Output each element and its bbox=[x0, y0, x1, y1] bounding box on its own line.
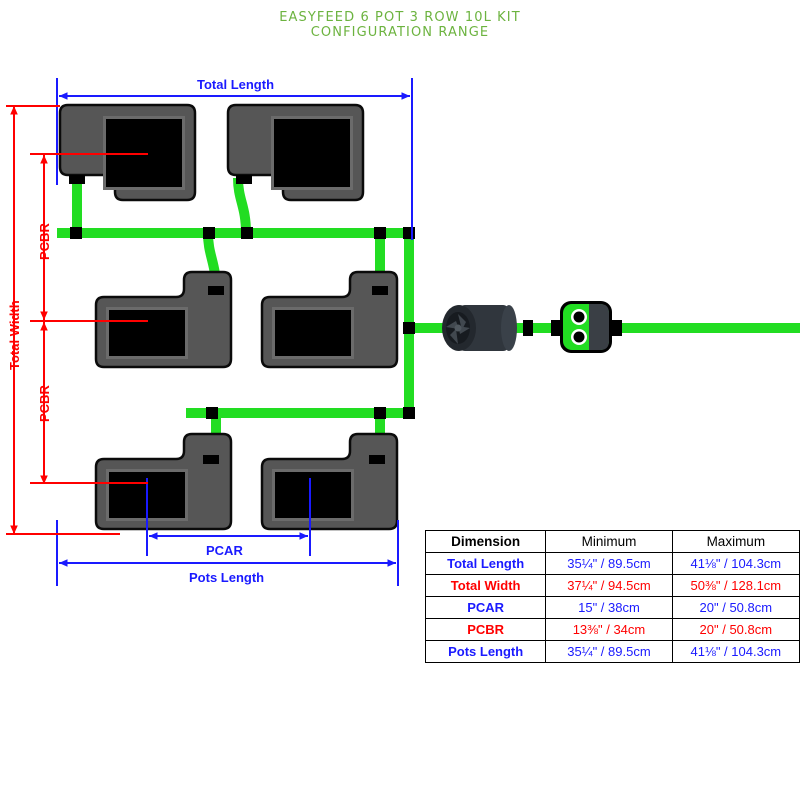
cell-dimension: Pots Length bbox=[424, 640, 547, 663]
pot-row-top bbox=[58, 103, 365, 202]
pot-5[interactable] bbox=[94, 432, 233, 531]
elbow-upper-right bbox=[403, 227, 415, 239]
pot-row-bottom bbox=[94, 432, 399, 531]
kit-layout-diagram bbox=[6, 78, 800, 586]
label-total-length: Total Length bbox=[197, 77, 275, 92]
grommet-pot3 bbox=[208, 286, 224, 295]
cell-maximum: 20" / 50.8cm bbox=[671, 596, 800, 619]
label-pcar: PCAR bbox=[206, 543, 243, 558]
tee-lower-pot5 bbox=[206, 407, 218, 419]
cell-dimension: Total Width bbox=[424, 574, 547, 597]
pot-2[interactable] bbox=[226, 103, 365, 202]
tee-lower-pot6 bbox=[374, 407, 386, 419]
coupler-valve-inlet bbox=[551, 320, 561, 336]
table-row: Pots Length 35¼" / 89.5cm 41⅛" / 104.3cm bbox=[424, 640, 800, 663]
header-maximum: Maximum bbox=[671, 530, 800, 553]
cell-dimension: Total Length bbox=[424, 552, 547, 575]
pump[interactable] bbox=[442, 305, 517, 351]
cell-minimum: 13⅜" / 34cm bbox=[545, 618, 673, 641]
grommet-pot5 bbox=[203, 455, 219, 464]
pot-6[interactable] bbox=[260, 432, 399, 531]
cell-maximum: 20" / 50.8cm bbox=[671, 618, 800, 641]
table-row: Total Length 35¼" / 89.5cm 41⅛" / 104.3c… bbox=[424, 552, 800, 575]
cell-maximum: 41⅛" / 104.3cm bbox=[671, 552, 800, 575]
cell-maximum: 50⅜" / 128.1cm bbox=[671, 574, 800, 597]
tee-upper-pot3 bbox=[203, 227, 215, 239]
elbow-lower-right bbox=[403, 407, 415, 419]
grommet-pot1 bbox=[69, 175, 85, 184]
table-row: PCBR 13⅜" / 34cm 20" / 50.8cm bbox=[424, 618, 800, 641]
tee-feed-line bbox=[403, 322, 415, 334]
grommet-pot2 bbox=[236, 175, 252, 184]
table-row: PCAR 15" / 38cm 20" / 50.8cm bbox=[424, 596, 800, 619]
header-dimension: Dimension bbox=[424, 530, 547, 553]
tee-upper-left bbox=[70, 227, 82, 239]
dimension-spec-table: Dimension Minimum Maximum Total Length 3… bbox=[424, 530, 800, 663]
valve-manifold[interactable] bbox=[560, 301, 612, 353]
diagram-page: EASYFEED 6 POT 3 ROW 10L KIT CONFIGURATI… bbox=[0, 0, 800, 800]
table-row: Total Width 37¼" / 94.5cm 50⅜" / 128.1cm bbox=[424, 574, 800, 597]
label-pots-length: Pots Length bbox=[189, 570, 265, 585]
pot-row-middle bbox=[94, 270, 399, 369]
manifold-upper-pipe bbox=[57, 228, 413, 238]
drop-leg-pot1 bbox=[72, 178, 82, 234]
spec-table-body: Dimension Minimum Maximum Total Length 3… bbox=[424, 530, 800, 663]
tee-upper-pot4 bbox=[374, 227, 386, 239]
label-pcbr-lower: PCBR bbox=[37, 385, 52, 422]
cell-minimum: 35¼" / 89.5cm bbox=[545, 552, 673, 575]
cell-minimum: 15" / 38cm bbox=[545, 596, 673, 619]
pump-impeller-icon bbox=[446, 312, 470, 344]
tee-upper-pot2 bbox=[241, 227, 253, 239]
cell-minimum: 35¼" / 89.5cm bbox=[545, 640, 673, 663]
cell-minimum: 37¼" / 94.5cm bbox=[545, 574, 673, 597]
coupler-pump-outlet bbox=[523, 320, 533, 336]
cell-maximum: 41⅛" / 104.3cm bbox=[671, 640, 800, 663]
label-total-width: Total Width bbox=[7, 300, 22, 370]
cell-dimension: PCAR bbox=[424, 596, 547, 619]
label-pcbr-upper: PCBR bbox=[37, 223, 52, 260]
grommet-pot4 bbox=[372, 286, 388, 295]
grommet-pot6 bbox=[369, 455, 385, 464]
cell-dimension: PCBR bbox=[424, 618, 547, 641]
drop-leg-pot2 bbox=[233, 177, 251, 234]
header-minimum: Minimum bbox=[545, 530, 673, 553]
table-header-row: Dimension Minimum Maximum bbox=[424, 530, 800, 553]
